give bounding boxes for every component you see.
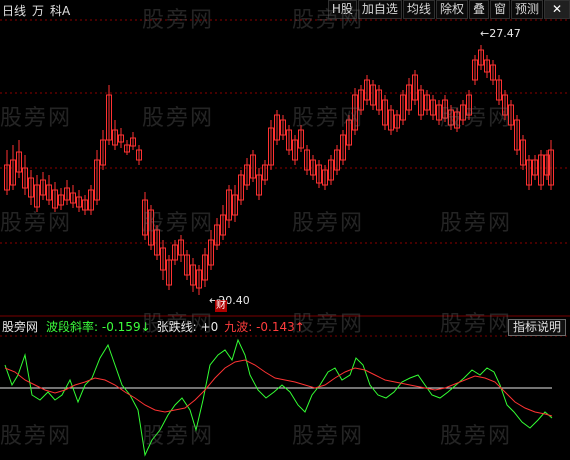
stock-chart-window: 日线 万 科A H股 加自选 均线 除权 叠 窗 预测 ✕ 股旁网 股旁网 股旁… [0, 0, 570, 460]
indicator-help-button[interactable]: 指标说明 [507, 319, 566, 336]
jiubo-readout: 九波: -0.143↑ [224, 319, 305, 334]
price-and-indicator-chart [0, 19, 570, 457]
zd-line-label: 张跌线 [156, 319, 193, 334]
wave-slope-line [4, 338, 553, 457]
high-price-label: ←27.47 [480, 27, 521, 40]
financial-event-marker[interactable]: 财 [215, 300, 227, 312]
wave-slope-value: -0.159 [101, 319, 141, 334]
jiubo-label: 九波 [224, 319, 249, 334]
indicator-title-bar: 股旁网 波段斜率: -0.159↓ 张跌线: +0 九波: -0.143↑ [2, 318, 305, 334]
up-arrow-icon: ↑ [294, 319, 305, 334]
down-arrow-icon: ↓ [140, 319, 151, 334]
jiubo-value: -0.143 [256, 319, 295, 334]
indicator-name: 股旁网 [2, 319, 39, 334]
high-price-value: 27.47 [489, 27, 521, 40]
zd-line-value: +0 [200, 319, 219, 334]
wave-slope-label: 波段斜率 [46, 319, 95, 334]
wave-slope-readout: 波段斜率: -0.159↓ [46, 319, 151, 334]
zd-line-readout: 张跌线: +0 [156, 319, 219, 334]
